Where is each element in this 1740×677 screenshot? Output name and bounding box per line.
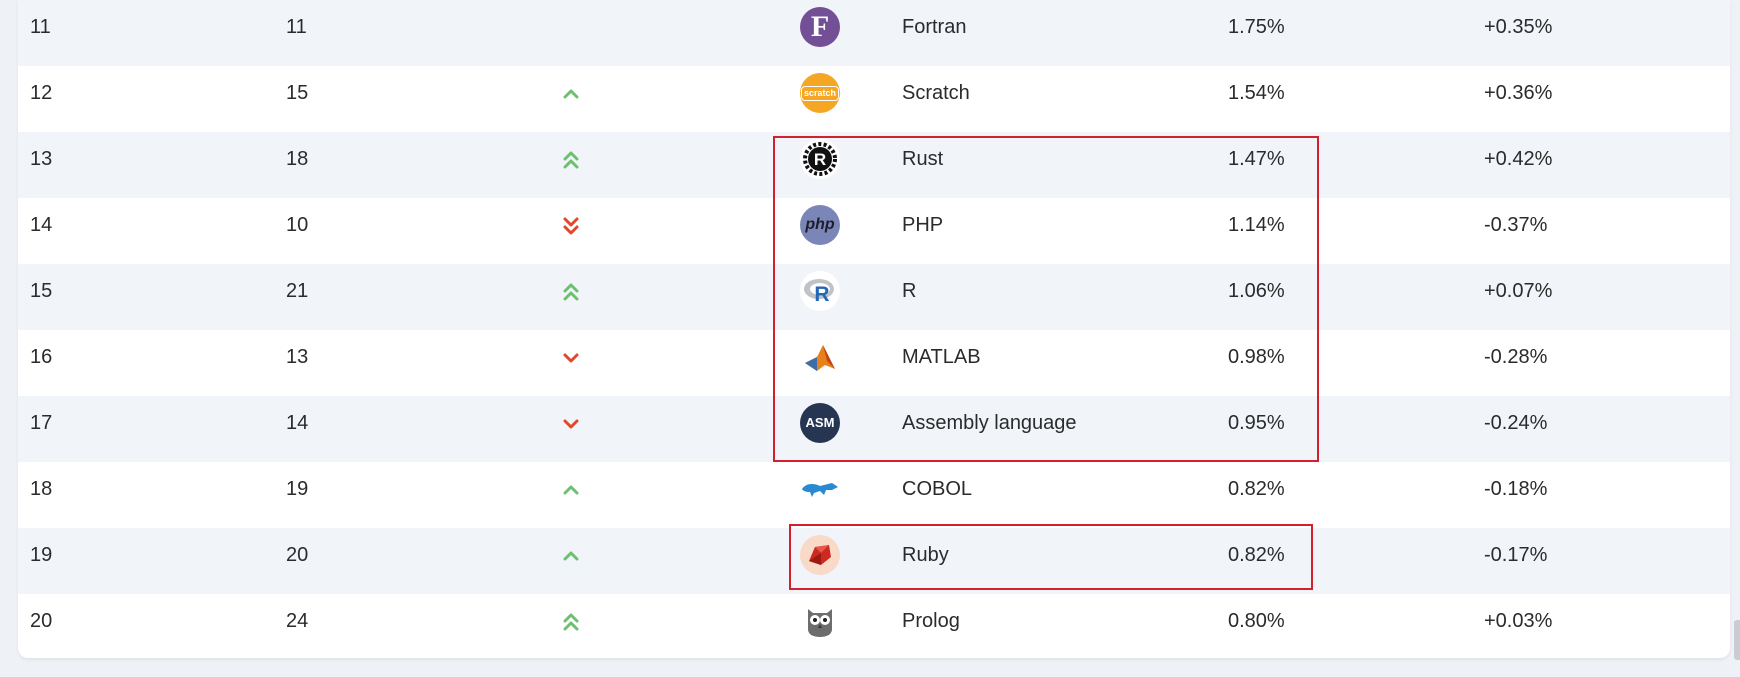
rank-current: 12 bbox=[30, 82, 53, 104]
asm-icon: ASM bbox=[800, 403, 840, 443]
rank-current: 19 bbox=[30, 544, 53, 566]
chevron-up-icon bbox=[544, 528, 598, 594]
rank-previous: 10 bbox=[286, 214, 309, 236]
rank-previous: 21 bbox=[286, 280, 309, 302]
svg-text:R: R bbox=[814, 150, 826, 169]
rating-change: -0.18% bbox=[1484, 478, 1548, 500]
language-name: Ruby bbox=[902, 544, 949, 566]
table-row[interactable]: 14 10 php PHP 1.14% -0.37% bbox=[18, 198, 1730, 264]
chevron-up-icon bbox=[544, 462, 598, 528]
php-icon: php bbox=[800, 205, 840, 245]
r-icon: R bbox=[800, 271, 840, 311]
ruby-icon bbox=[800, 535, 840, 575]
double-chevron-up-icon bbox=[544, 594, 598, 658]
rank-current: 20 bbox=[30, 610, 53, 632]
svg-text:R: R bbox=[814, 283, 829, 306]
rating-change: -0.24% bbox=[1484, 412, 1548, 434]
rust-icon: R bbox=[800, 139, 840, 179]
rank-current: 11 bbox=[30, 16, 51, 38]
double-chevron-down-icon bbox=[544, 198, 598, 264]
fortran-icon: F bbox=[800, 7, 840, 47]
table-row[interactable]: 15 21 R R 1.06% +0.07% bbox=[18, 264, 1730, 330]
cobol-icon bbox=[800, 469, 840, 509]
rating-percent: 1.47% bbox=[1228, 148, 1285, 170]
table-row[interactable]: 11 11 F Fortran 1.75% +0.35% bbox=[18, 0, 1730, 66]
rank-current: 15 bbox=[30, 280, 53, 302]
change-indicator bbox=[544, 0, 598, 66]
language-name: R bbox=[902, 280, 917, 302]
rating-percent: 0.82% bbox=[1228, 544, 1285, 566]
language-name: Prolog bbox=[902, 610, 960, 632]
rank-previous: 24 bbox=[286, 610, 309, 632]
rating-change: +0.35% bbox=[1484, 16, 1553, 38]
language-name: Fortran bbox=[902, 16, 967, 38]
rank-current: 16 bbox=[30, 346, 53, 368]
rating-change: -0.28% bbox=[1484, 346, 1548, 368]
prolog-icon bbox=[800, 601, 840, 641]
rank-previous: 13 bbox=[286, 346, 309, 368]
language-name: COBOL bbox=[902, 478, 973, 500]
rank-previous: 15 bbox=[286, 82, 309, 104]
tiobe-ranking-table: 11 11 F Fortran 1.75% +0.35% 12 15 scrat… bbox=[18, 0, 1730, 658]
rating-percent: 1.75% bbox=[1228, 16, 1285, 38]
rating-change: -0.17% bbox=[1484, 544, 1548, 566]
rank-previous: 11 bbox=[286, 16, 307, 38]
chevron-up-icon bbox=[544, 66, 598, 132]
rank-previous: 14 bbox=[286, 412, 309, 434]
double-chevron-up-icon bbox=[544, 264, 598, 330]
chevron-down-icon bbox=[544, 396, 598, 462]
rank-previous: 20 bbox=[286, 544, 309, 566]
rating-change: +0.03% bbox=[1484, 610, 1553, 632]
table-row[interactable]: 18 19 COBOL 0.82% -0.18% bbox=[18, 462, 1730, 528]
language-name: MATLAB bbox=[902, 346, 981, 368]
rating-percent: 1.06% bbox=[1228, 280, 1285, 302]
rank-previous: 18 bbox=[286, 148, 309, 170]
table-row[interactable]: 19 20 Ruby 0.82% -0.17% bbox=[18, 528, 1730, 594]
rank-current: 18 bbox=[30, 478, 53, 500]
double-chevron-up-icon bbox=[544, 132, 598, 198]
chevron-down-icon bbox=[544, 330, 598, 396]
rating-percent: 1.54% bbox=[1228, 82, 1285, 104]
table-row[interactable]: 20 24 Prolog 0.80% +0.03% bbox=[18, 594, 1730, 658]
rating-percent: 1.14% bbox=[1228, 214, 1285, 236]
rating-change: +0.07% bbox=[1484, 280, 1553, 302]
rating-change: +0.36% bbox=[1484, 82, 1553, 104]
rank-current: 14 bbox=[30, 214, 53, 236]
rating-percent: 0.95% bbox=[1228, 412, 1285, 434]
scrollbar-thumb[interactable] bbox=[1734, 620, 1740, 660]
table-row[interactable]: 12 15 scratch Scratch 1.54% +0.36% bbox=[18, 66, 1730, 132]
scratch-icon: scratch bbox=[800, 73, 840, 113]
rating-percent: 0.80% bbox=[1228, 610, 1285, 632]
rank-current: 17 bbox=[30, 412, 53, 434]
language-name: Rust bbox=[902, 148, 944, 170]
rating-change: +0.42% bbox=[1484, 148, 1553, 170]
rank-current: 13 bbox=[30, 148, 53, 170]
rating-change: -0.37% bbox=[1484, 214, 1548, 236]
matlab-icon bbox=[800, 337, 840, 377]
table-row[interactable]: 17 14 ASM Assembly language 0.95% -0.24% bbox=[18, 396, 1730, 462]
table-row[interactable]: 13 18 R Rust 1.47% +0.42% bbox=[18, 132, 1730, 198]
rating-percent: 0.82% bbox=[1228, 478, 1285, 500]
table-row[interactable]: 16 13 MATLAB 0.98% -0.28% bbox=[18, 330, 1730, 396]
language-name: PHP bbox=[902, 214, 944, 236]
language-name: Assembly language bbox=[902, 412, 1077, 434]
rank-previous: 19 bbox=[286, 478, 309, 500]
language-name: Scratch bbox=[902, 82, 970, 104]
rating-percent: 0.98% bbox=[1228, 346, 1285, 368]
